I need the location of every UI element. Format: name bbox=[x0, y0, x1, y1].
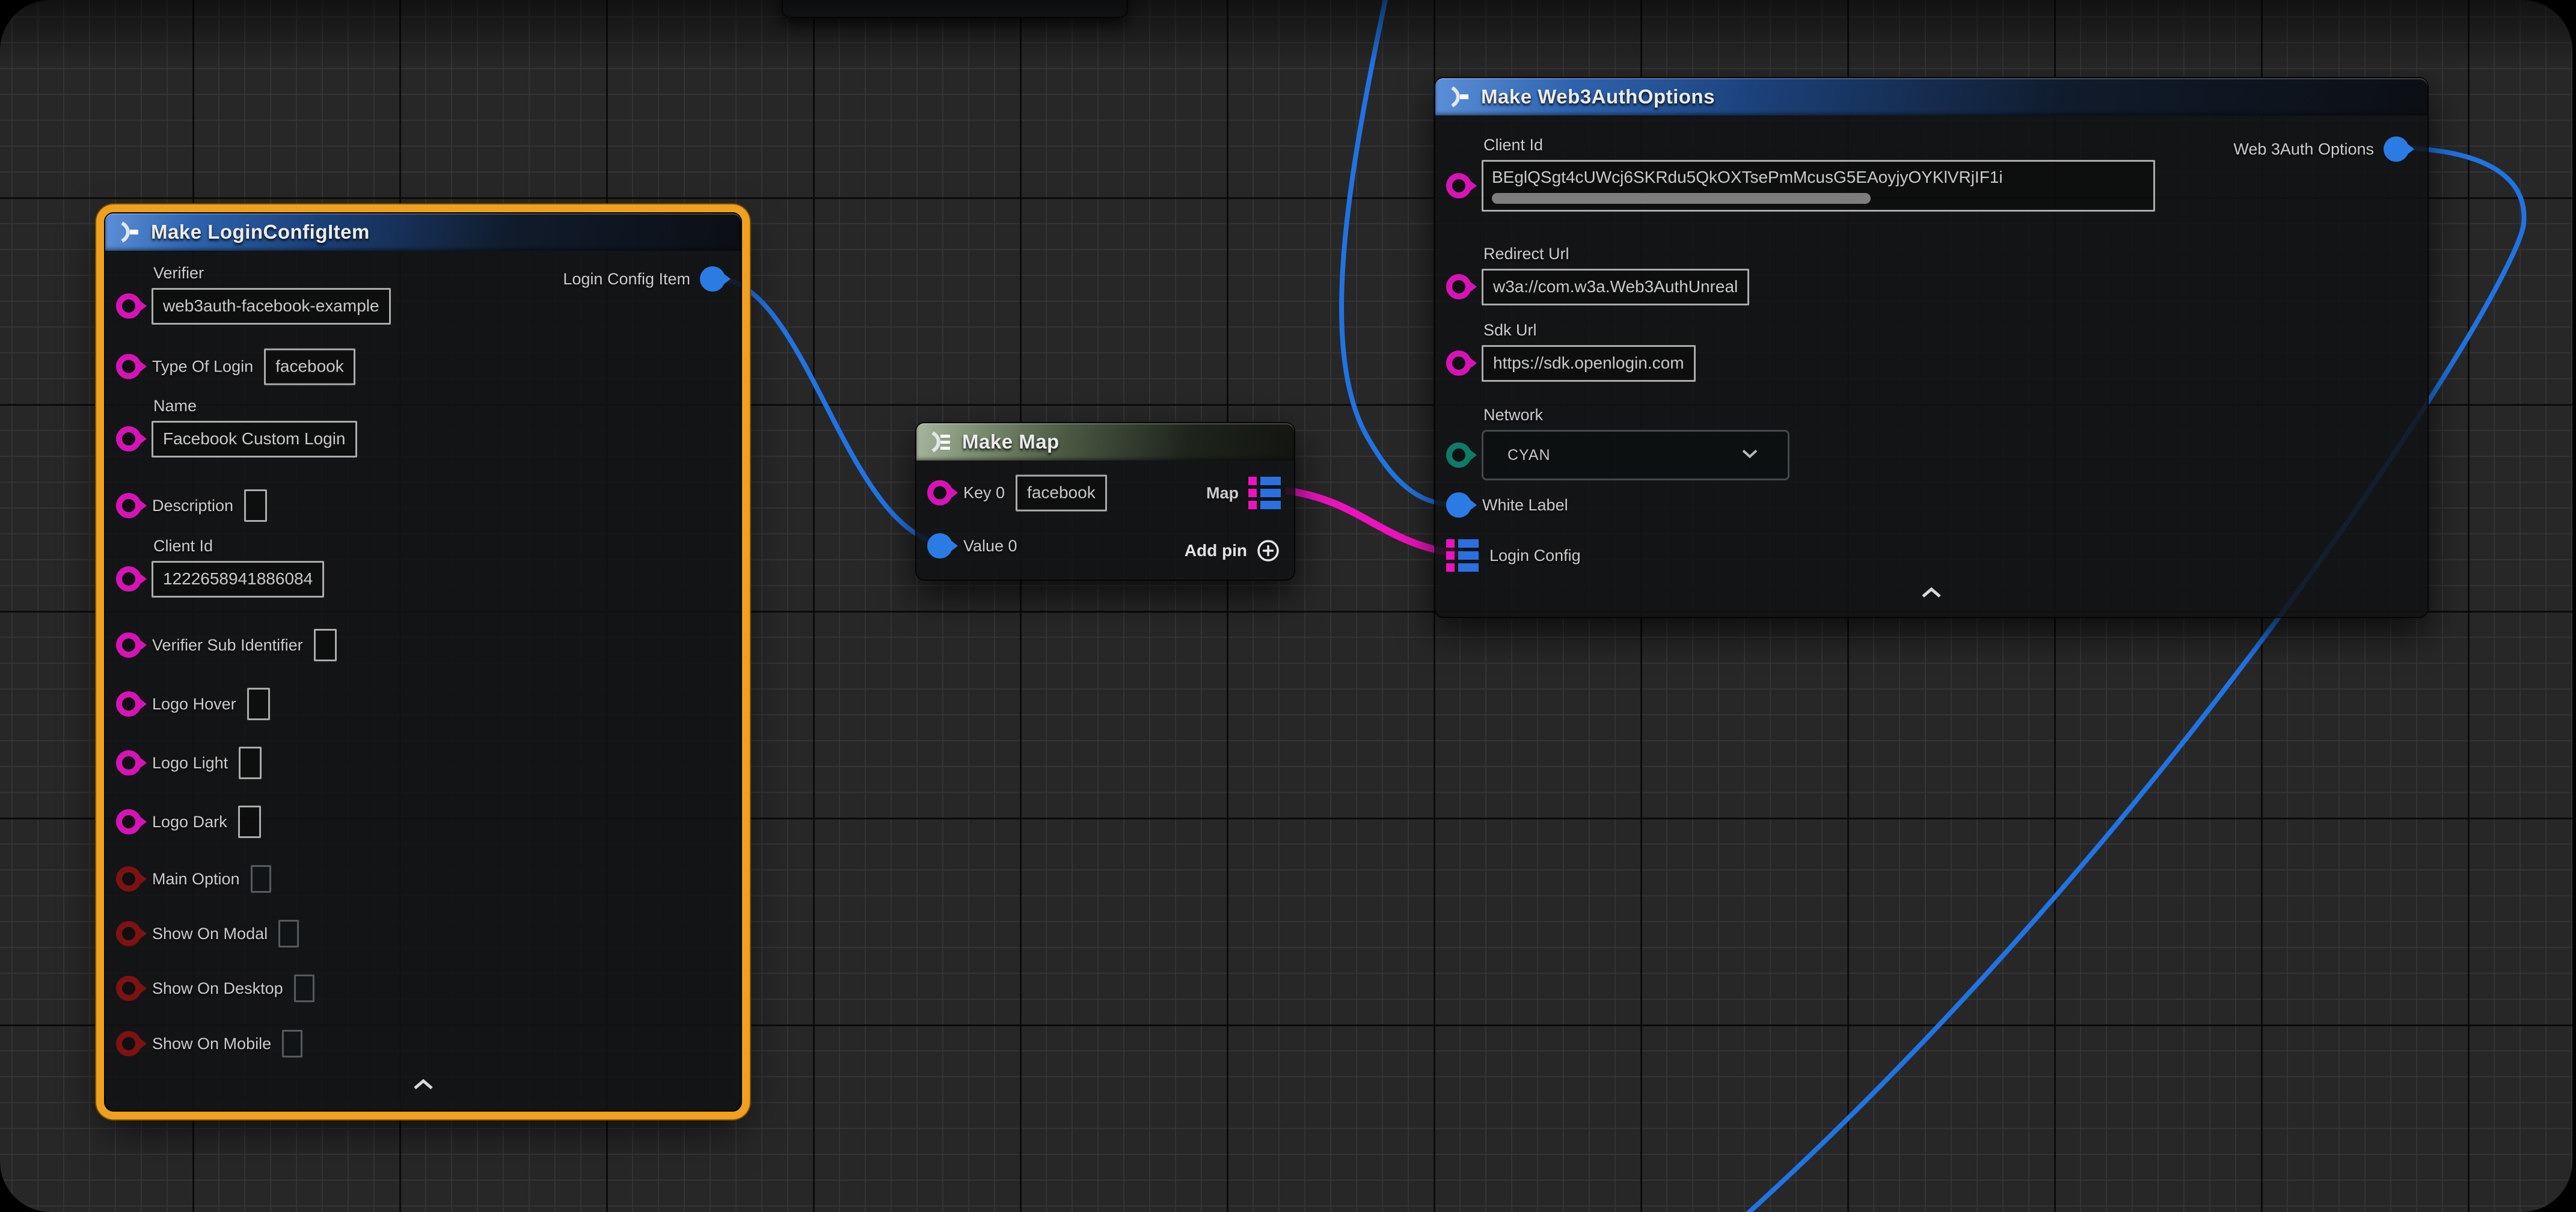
input-pin-logo-light[interactable] bbox=[116, 750, 141, 776]
network-dropdown[interactable]: CYAN bbox=[1482, 430, 1789, 480]
show-on-mobile-checkbox[interactable] bbox=[282, 1030, 302, 1057]
node-header[interactable]: Make LoginConfigItem bbox=[105, 213, 741, 251]
input-pin-verifier-sub-identifier[interactable] bbox=[116, 632, 141, 658]
node-make-web3authoptions[interactable]: Make Web3AuthOptions Web 3Auth Options C… bbox=[1434, 77, 2429, 618]
type-of-login-field[interactable]: facebook bbox=[264, 349, 355, 385]
client-id-field[interactable]: BEglQSgt4cUWcj6SKRdu5QkOXTsePmMcusG5EAoy… bbox=[1482, 160, 2155, 212]
input-pin-client-id[interactable] bbox=[1446, 173, 1471, 198]
node-header[interactable]: Make Map bbox=[916, 423, 1294, 461]
node-title: Make LoginConfigItem bbox=[151, 221, 370, 243]
output-row-web3auth-options: Web 3Auth Options bbox=[2233, 136, 2409, 162]
key-0-field[interactable]: facebook bbox=[1016, 475, 1107, 512]
pin-block-verifier: Verifier web3auth-facebook-example bbox=[116, 264, 391, 325]
output-row-login-config-item: Login Config Item bbox=[563, 266, 725, 292]
input-pin-logo-hover[interactable] bbox=[116, 691, 141, 717]
pin-row-show-on-mobile: Show On Mobile bbox=[116, 1030, 302, 1057]
pin-row-main-option: Main Option bbox=[116, 865, 271, 893]
pin-block-redirect-url: Redirect Url w3a://com.w3a.Web3AuthUnrea… bbox=[1446, 245, 1749, 305]
logo-dark-field[interactable] bbox=[238, 806, 261, 838]
pin-row-show-on-desktop: Show On Desktop bbox=[116, 975, 314, 1002]
pin-row-logo-hover: Logo Hover bbox=[116, 688, 270, 720]
input-pin-client-id[interactable] bbox=[116, 566, 141, 592]
show-on-modal-checkbox[interactable] bbox=[278, 920, 299, 947]
node-title: Make Web3AuthOptions bbox=[1481, 85, 1715, 108]
input-pin-verifier[interactable] bbox=[116, 293, 141, 319]
input-pin-logo-dark[interactable] bbox=[116, 809, 141, 834]
sdk-url-field[interactable]: https://sdk.openlogin.com bbox=[1482, 345, 1696, 382]
input-pin-value-0[interactable] bbox=[927, 533, 952, 559]
output-pin-web3auth-options[interactable] bbox=[2384, 136, 2409, 162]
pin-row-description: Description bbox=[116, 489, 267, 522]
pin-row-show-on-modal: Show On Modal bbox=[116, 920, 299, 947]
pin-row-white-label: White Label bbox=[1446, 492, 1568, 518]
add-pin-button[interactable]: Add pin bbox=[1185, 538, 1281, 563]
input-pin-show-on-mobile[interactable] bbox=[116, 1031, 141, 1056]
input-pin-white-label[interactable] bbox=[1446, 492, 1471, 518]
client-id-field[interactable]: 1222658941886084 bbox=[152, 561, 324, 598]
main-option-checkbox[interactable] bbox=[251, 865, 271, 893]
pin-block-client-id: Client Id 1222658941886084 bbox=[116, 537, 324, 598]
logo-light-field[interactable] bbox=[239, 747, 262, 779]
field-scrollbar[interactable] bbox=[1492, 193, 1871, 204]
output-row-map: Map bbox=[1206, 477, 1281, 509]
map-output-label: Map bbox=[1206, 484, 1239, 503]
blueprint-graph-canvas[interactable]: Make LoginConfigItem Login Config Item V… bbox=[0, 0, 2572, 1212]
show-on-desktop-checkbox[interactable] bbox=[294, 975, 314, 1002]
input-pin-description[interactable] bbox=[116, 493, 141, 518]
pin-block-name: Name Facebook Custom Login bbox=[116, 397, 357, 458]
pin-block-network: Network CYAN bbox=[1446, 406, 1789, 480]
pin-row-login-config: Login Config bbox=[1446, 539, 1581, 572]
input-pin-redirect-url[interactable] bbox=[1446, 274, 1471, 299]
pin-row-value-0: Value 0 bbox=[927, 533, 1017, 559]
node-title: Make Map bbox=[962, 430, 1060, 453]
pin-row-logo-light: Logo Light bbox=[116, 747, 262, 779]
chevron-down-icon bbox=[1741, 448, 1759, 462]
pin-block-sdk-url: Sdk Url https://sdk.openlogin.com bbox=[1446, 321, 1696, 382]
redirect-url-field[interactable]: w3a://com.w3a.Web3AuthUnreal bbox=[1482, 269, 1749, 305]
input-pin-network[interactable] bbox=[1446, 442, 1471, 468]
pin-row-verifier-sub-identifier: Verifier Sub Identifier bbox=[116, 629, 337, 661]
node-make-map[interactable]: Make Map Key 0 facebook Map Value 0 Add … bbox=[915, 422, 1295, 581]
network-dropdown-value: CYAN bbox=[1507, 447, 1551, 464]
pin-row-logo-dark: Logo Dark bbox=[116, 806, 261, 838]
output-pin-label: Web 3Auth Options bbox=[2233, 140, 2374, 159]
pin-row-key-0: Key 0 facebook bbox=[927, 475, 1107, 512]
verifier-field[interactable]: web3auth-facebook-example bbox=[152, 288, 391, 325]
node-make-loginconfigitem[interactable]: Make LoginConfigItem Login Config Item V… bbox=[104, 212, 742, 1112]
make-struct-icon bbox=[1445, 84, 1471, 110]
logo-hover-field[interactable] bbox=[247, 688, 270, 720]
input-pin-name[interactable] bbox=[116, 426, 141, 451]
input-pin-show-on-desktop[interactable] bbox=[116, 976, 141, 1001]
offscreen-node-edge[interactable] bbox=[782, 0, 1128, 18]
input-pin-type-of-login[interactable] bbox=[116, 354, 141, 379]
wire-loginconfigitem-to-value0[interactable] bbox=[717, 278, 946, 545]
input-pin-key-0[interactable] bbox=[927, 480, 952, 506]
collapse-chevron-icon[interactable] bbox=[1920, 586, 1943, 602]
input-pin-main-option[interactable] bbox=[116, 866, 141, 892]
node-header[interactable]: Make Web3AuthOptions bbox=[1435, 78, 2427, 115]
name-field[interactable]: Facebook Custom Login bbox=[152, 421, 357, 458]
input-pin-show-on-modal[interactable] bbox=[116, 921, 141, 946]
collapse-chevron-icon[interactable] bbox=[412, 1078, 435, 1094]
verifier-sub-identifier-field[interactable] bbox=[314, 629, 337, 661]
description-field[interactable] bbox=[244, 489, 267, 522]
make-map-icon bbox=[926, 429, 952, 455]
map-output-pin-icon[interactable] bbox=[1248, 477, 1281, 509]
make-struct-icon bbox=[115, 219, 141, 245]
output-pin-label: Login Config Item bbox=[563, 270, 690, 289]
pin-row-type-of-login: Type Of Login facebook bbox=[116, 349, 355, 385]
input-pin-sdk-url[interactable] bbox=[1446, 350, 1471, 376]
input-pin-login-config[interactable] bbox=[1446, 539, 1479, 572]
add-pin-icon bbox=[1256, 538, 1281, 563]
output-pin-login-config-item[interactable] bbox=[700, 266, 725, 292]
pin-block-client-id: Client Id BEglQSgt4cUWcj6SKRdu5QkOXTsePm… bbox=[1446, 136, 2155, 212]
